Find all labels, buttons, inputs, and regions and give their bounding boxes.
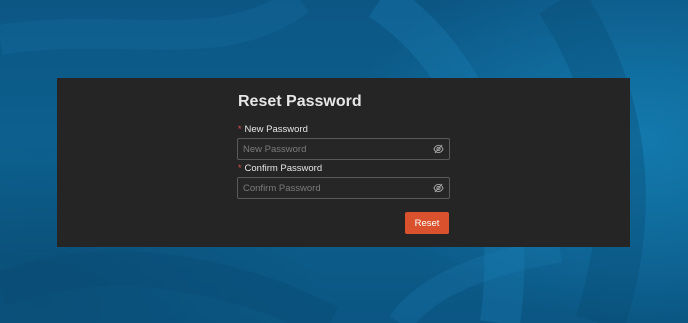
new-password-label: * New Password <box>238 124 308 135</box>
confirm-password-input[interactable] <box>243 178 423 198</box>
eye-slash-icon[interactable] <box>433 144 444 154</box>
confirm-password-label-text: Confirm Password <box>244 163 323 174</box>
required-mark: * <box>238 163 242 173</box>
new-password-input[interactable] <box>243 139 423 159</box>
reset-password-panel: Reset Password * New Password * Confirm Pa… <box>57 78 630 247</box>
confirm-password-field[interactable] <box>237 177 450 199</box>
confirm-password-label: * Confirm Password <box>238 163 322 174</box>
eye-slash-icon[interactable] <box>433 183 444 193</box>
required-mark: * <box>238 124 242 134</box>
new-password-field[interactable] <box>237 138 450 160</box>
page-title: Reset Password <box>238 93 362 110</box>
new-password-label-text: New Password <box>244 124 308 135</box>
reset-button[interactable]: Reset <box>405 212 449 234</box>
